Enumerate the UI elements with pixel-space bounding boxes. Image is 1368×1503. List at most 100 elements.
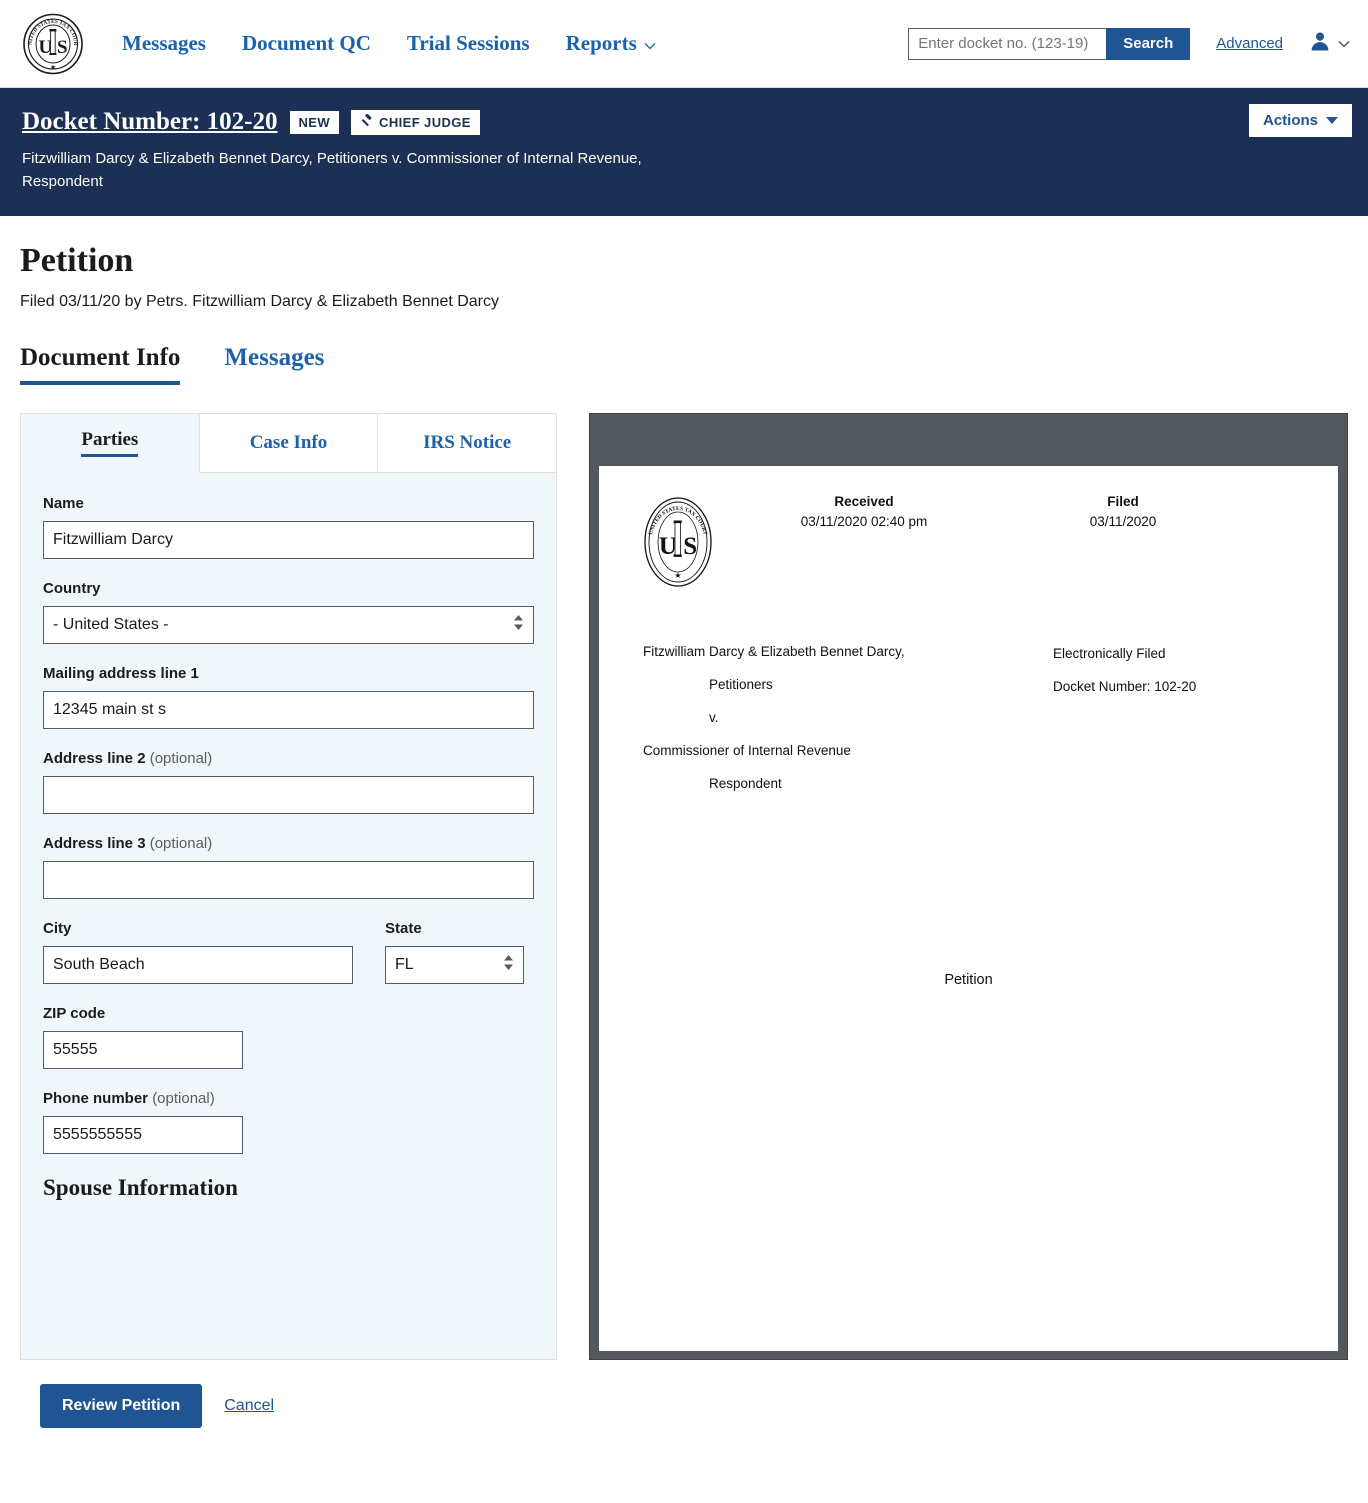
content-columns: Parties Case Info IRS Notice Name Countr… — [20, 412, 1348, 1360]
caption-petitioners-role: Petitioners — [709, 676, 773, 692]
chevron-down-icon — [1338, 35, 1350, 53]
nav-link-messages-label: Messages — [122, 31, 206, 55]
field-address-line-3: Address line 3 (optional) — [43, 835, 534, 899]
field-state: State — [385, 920, 524, 984]
form-tab-list: Parties Case Info IRS Notice — [21, 413, 556, 473]
case-caption-text: Fitzwilliam Darcy & Elizabeth Bennet Dar… — [22, 150, 642, 191]
actions-button[interactable]: Actions — [1248, 104, 1352, 137]
form-tab-case-info-label: Case Info — [249, 431, 328, 453]
received-stamp-label: Received — [834, 493, 894, 509]
party-form-fields: Name Country — [21, 473, 556, 1201]
filed-stamp-value: 03/11/2020 — [1089, 514, 1157, 530]
status-badge-chief-judge-label: CHIEF JUDGE — [379, 114, 471, 130]
nav-link-document-qc-label: Document QC — [241, 31, 371, 55]
page-content: Petition Filed 03/11/20 by Petrs. Fitzwi… — [0, 216, 1368, 1428]
caption-versus: v. — [709, 709, 719, 725]
state-select[interactable] — [385, 945, 524, 984]
field-phone-number-optional: (optional) — [152, 1089, 215, 1107]
pdf-viewer-toolbar[interactable] — [590, 413, 1347, 466]
field-state-label: State — [385, 919, 422, 937]
form-footer-actions: Review Petition Cancel — [20, 1360, 1348, 1428]
address-line-2-input[interactable] — [43, 775, 534, 814]
received-stamp-value: 03/11/2020 02:40 pm — [800, 514, 928, 530]
party-form-panel: Parties Case Info IRS Notice Name Countr… — [20, 412, 557, 1360]
user-icon — [1309, 30, 1331, 57]
city-input[interactable] — [43, 945, 353, 984]
document-seal-icon: UNITED STATES TAX COURT U S ★ — [643, 496, 717, 593]
form-tab-case-info[interactable]: Case Info — [199, 413, 379, 473]
tax-court-seal-logo[interactable]: UNITED STATES TAX COURT U S ★ — [22, 13, 84, 75]
nav-link-reports-label: Reports — [565, 31, 637, 55]
caret-down-icon — [1326, 117, 1338, 124]
zip-code-input[interactable] — [43, 1030, 243, 1069]
filed-by-line: Filed 03/11/20 by Petrs. Fitzwilliam Dar… — [20, 292, 500, 310]
field-zip-code: ZIP code — [43, 1005, 534, 1069]
address-line-1-input[interactable] — [43, 690, 534, 729]
nav-link-document-qc[interactable]: Document QC — [242, 31, 371, 56]
status-badge-new-label: NEW — [298, 114, 331, 130]
actions-button-label: Actions — [1262, 112, 1318, 129]
address-line-3-input[interactable] — [43, 860, 534, 899]
caption-petitioners-name: Fitzwilliam Darcy & Elizabeth Bennet Dar… — [643, 643, 905, 659]
page-title: Petition — [20, 241, 134, 279]
field-address-line-2-text: Address line 2 — [43, 749, 146, 767]
field-address-line-1: Mailing address line 1 — [43, 665, 534, 729]
nav-link-trial-sessions-label: Trial Sessions — [406, 31, 530, 55]
search-button[interactable]: Search — [1106, 27, 1191, 60]
field-country-label: Country — [43, 579, 101, 597]
field-address-line-3-label: Address line 3 (optional) — [43, 835, 534, 852]
document-filing-info: Electronically Filed Docket Number: 102-… — [1053, 635, 1196, 800]
cancel-link[interactable]: Cancel — [224, 1397, 274, 1415]
field-city-label: City — [43, 919, 72, 937]
status-badge-new: NEW — [289, 110, 340, 134]
document-preview-panel: UNITED STATES TAX COURT U S ★ Received 0… — [589, 412, 1348, 1360]
document-docket-number: Docket Number: 102-20 — [1053, 678, 1197, 694]
nav-link-messages[interactable]: Messages — [122, 31, 206, 56]
field-phone-number: Phone number (optional) — [43, 1090, 534, 1154]
document-body-title: Petition — [944, 971, 993, 988]
caption-respondent-role: Respondent — [709, 775, 782, 791]
field-name: Name — [43, 495, 534, 559]
form-tab-parties[interactable]: Parties — [21, 413, 200, 473]
status-badge-chief-judge: CHIEF JUDGE — [351, 109, 480, 135]
tab-messages[interactable]: Messages — [224, 344, 324, 385]
form-tab-irs-notice-label: IRS Notice — [423, 431, 512, 453]
nav-link-reports[interactable]: Reports — [566, 31, 656, 56]
country-select[interactable] — [43, 605, 534, 644]
svg-text:★: ★ — [674, 571, 681, 580]
pdf-page-scroll-area[interactable]: UNITED STATES TAX COURT U S ★ Received 0… — [590, 465, 1347, 1359]
chevron-down-icon — [644, 31, 656, 56]
field-name-label: Name — [43, 494, 84, 512]
phone-number-input[interactable] — [43, 1115, 243, 1154]
field-address-line-3-text: Address line 3 — [43, 834, 146, 852]
field-city: City — [43, 920, 353, 984]
filed-stamp-label: Filed — [1107, 493, 1139, 509]
docket-search-input[interactable] — [908, 27, 1107, 60]
nav-link-trial-sessions[interactable]: Trial Sessions — [407, 31, 530, 56]
tab-document-info[interactable]: Document Info — [20, 344, 181, 385]
form-tab-parties-label: Parties — [81, 429, 139, 457]
name-input[interactable] — [43, 520, 534, 559]
account-menu-button[interactable] — [1309, 30, 1350, 57]
document-stamp-header: UNITED STATES TAX COURT U S ★ Received 0… — [643, 492, 1294, 593]
svg-text:★: ★ — [50, 63, 56, 71]
main-tab-list: Document Info Messages — [20, 344, 1348, 385]
field-address-line-2-label: Address line 2 (optional) — [43, 750, 534, 767]
field-address-line-3-optional: (optional) — [149, 834, 213, 852]
field-phone-number-label: Phone number (optional) — [43, 1090, 534, 1107]
field-zip-code-label: ZIP code — [43, 1004, 106, 1022]
field-address-line-2: Address line 2 (optional) — [43, 750, 534, 814]
filed-stamp: Filed 03/11/2020 — [1023, 492, 1223, 534]
document-caption-parties: Fitzwilliam Darcy & Elizabeth Bennet Dar… — [643, 635, 1053, 800]
caption-respondent-name: Commissioner of Internal Revenue — [643, 742, 851, 758]
review-petition-button[interactable]: Review Petition — [40, 1383, 203, 1428]
case-banner-heading-row: Docket Number: 102-20 NEW CHIEF JUDGE — [22, 108, 1346, 136]
field-city-state-row: City State — [43, 920, 534, 984]
docket-number-link[interactable]: Docket Number: 102-20 — [22, 108, 278, 136]
field-country: Country — [43, 580, 534, 644]
form-tab-irs-notice[interactable]: IRS Notice — [378, 413, 556, 473]
pdf-page: UNITED STATES TAX COURT U S ★ Received 0… — [599, 465, 1338, 1351]
top-navigation-bar: UNITED STATES TAX COURT U S ★ Messages D… — [0, 0, 1368, 88]
document-caption-block: Fitzwilliam Darcy & Elizabeth Bennet Dar… — [643, 635, 1294, 800]
advanced-search-link[interactable]: Advanced — [1216, 35, 1283, 52]
